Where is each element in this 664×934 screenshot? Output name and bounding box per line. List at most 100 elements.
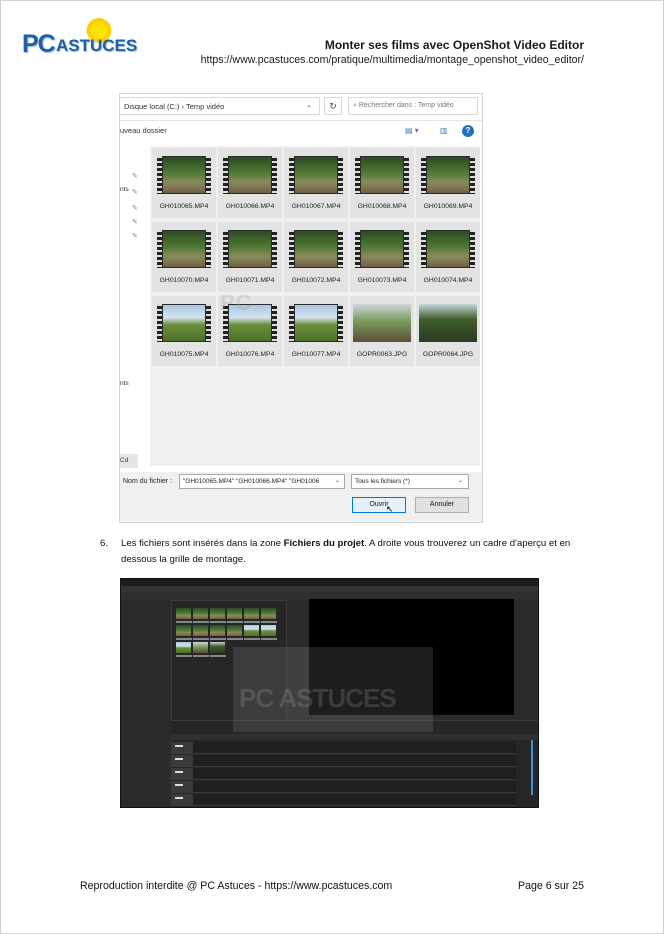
project-file-thumbnail[interactable] [227,608,242,619]
thumbnail-scene [295,157,337,193]
pin-icon[interactable]: ✎ [132,232,138,240]
step-text-before: Les fichiers sont insérés dans la zone [121,538,284,549]
timeline-track[interactable] [171,794,516,806]
pin-icon[interactable]: ✎ [132,204,138,212]
file-name: GH010074.MP4 [423,277,473,284]
project-file-label [210,655,226,657]
timeline-track[interactable] [171,781,516,793]
open-button[interactable]: Ouvrir [352,497,406,513]
timeline-track[interactable] [171,755,516,767]
project-file-thumbnail[interactable] [210,625,225,636]
film-strip-icon [223,156,228,194]
thumbnail-scene [163,157,205,193]
project-file-label [193,655,209,657]
search-input[interactable]: ⌕ Rechercher dans : Temp vidéo [348,97,478,115]
timeline-track[interactable] [171,768,516,780]
view-options-icon[interactable]: ▤ ▾ [405,126,419,135]
document-title: Monter ses films avec OpenShot Video Edi… [324,38,584,52]
pin-icon[interactable]: ✎ [132,172,138,180]
file-name: GH010066.MP4 [225,203,275,210]
timeline-scrollbar[interactable] [531,740,533,795]
video-thumbnail [289,156,343,194]
project-file-thumbnail[interactable] [261,608,276,619]
project-file-thumbnail[interactable] [193,625,208,636]
dialog-toolbar: uveau dossier ▤ ▾ ▥ ? [120,121,482,143]
logo-pc-text: PC [22,30,56,58]
help-icon[interactable]: ? [462,125,474,137]
file-item[interactable]: GH010077.MP4 [284,296,348,366]
track-label [175,745,183,747]
video-thumbnail [157,304,211,342]
watermark-text: PC ASTUCES [239,683,397,714]
track-label [175,771,183,773]
file-item[interactable]: GH010070.MP4 [152,222,216,292]
track-header [171,768,193,779]
mouse-cursor-icon: ↖ [386,504,394,514]
new-folder-button[interactable]: uveau dossier [120,126,167,135]
file-item[interactable]: GH010071.MP4 [218,222,282,292]
track-header [171,781,193,792]
image-thumbnail [419,304,477,342]
film-strip-icon [289,156,294,194]
thumbnail-scene [163,305,205,341]
chevron-down-icon[interactable]: ⌄ [458,477,463,484]
file-item[interactable]: GH010075.MP4 [152,296,216,366]
chevron-down-icon[interactable]: ⌄ [306,101,312,109]
file-item[interactable]: GH010069.MP4 [416,148,480,218]
film-strip-icon [470,230,475,268]
project-file-thumbnail[interactable] [244,625,259,636]
watermark-pc: PC [220,290,253,315]
nav-item-partial[interactable]: nts [120,186,129,193]
thumbnail-scene [295,305,337,341]
film-strip-icon [206,156,211,194]
filetype-select[interactable]: Tous les fichiers (*) [351,474,469,489]
file-item[interactable]: GH010065.MP4 [152,148,216,218]
address-bar: Disque local (C:) › Temp vidéo ⌄ ↻ ⌕ Rec… [120,94,482,121]
project-file-thumbnail[interactable] [176,625,191,636]
file-item[interactable]: GH010067.MP4 [284,148,348,218]
film-strip-icon [470,156,475,194]
chevron-down-icon[interactable]: ⌄ [335,477,340,484]
document-url: https://www.pcastuces.com/pratique/multi… [200,54,584,66]
filename-field[interactable]: "GH010065.MP4" "GH010066.MP4" "GH01006 [179,474,345,489]
address-path[interactable]: Disque local (C:) › Temp vidéo [120,97,320,115]
file-item[interactable]: GOPR0064.JPG [416,296,480,366]
file-item[interactable]: GH010068.MP4 [350,148,414,218]
file-item[interactable]: GH010072.MP4 [284,222,348,292]
thumbnail-scene [361,231,403,267]
cancel-button[interactable]: Annuler [415,497,469,513]
pin-icon[interactable]: ✎ [132,218,138,226]
project-file-thumbnail[interactable] [210,642,225,653]
file-item[interactable]: GH010066.MP4 [218,148,282,218]
film-strip-icon [338,230,343,268]
track-label [175,784,183,786]
file-name: GH010071.MP4 [225,277,275,284]
project-file-thumbnail[interactable] [193,608,208,619]
watermark-pc-text: PC [239,683,274,713]
project-file-thumbnail[interactable] [210,608,225,619]
video-thumbnail [355,230,409,268]
thumbnail-scene [427,231,469,267]
video-thumbnail [157,230,211,268]
nav-item-partial[interactable]: nts [120,380,129,387]
project-file-thumbnail[interactable] [193,642,208,653]
pin-icon[interactable]: ✎ [132,188,138,196]
project-file-thumbnail[interactable] [176,642,191,653]
preview-pane-icon[interactable]: ▥ [440,126,448,135]
film-strip-icon [206,230,211,268]
timeline-track[interactable] [171,742,516,754]
project-file-label [227,638,243,640]
file-item[interactable]: GH010073.MP4 [350,222,414,292]
file-item[interactable]: GH010074.MP4 [416,222,480,292]
track-header [171,755,193,766]
project-file-thumbnail[interactable] [227,625,242,636]
project-file-thumbnail[interactable] [244,608,259,619]
nav-item-selected[interactable]: Cd [120,454,138,468]
film-strip-icon [421,230,426,268]
refresh-icon[interactable]: ↻ [324,97,342,115]
file-item[interactable]: GOPR0063.JPG [350,296,414,366]
project-file-thumbnail[interactable] [176,608,191,619]
footer-copyright: Reproduction interdite @ PC Astuces - ht… [80,880,393,892]
project-file-thumbnail[interactable] [261,625,276,636]
logo-astuces-text: ASTUCES [56,36,138,55]
